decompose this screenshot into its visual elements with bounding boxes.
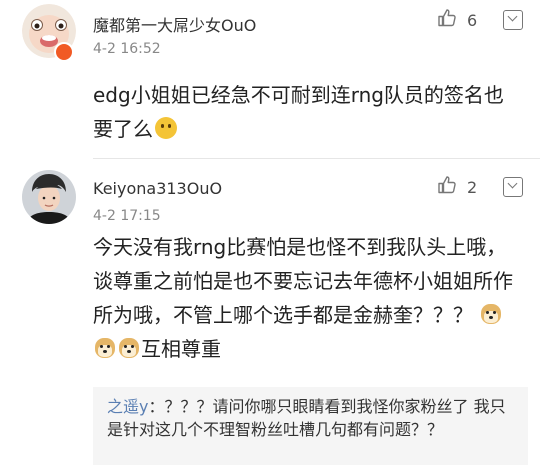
thumbs-up-icon: [437, 175, 457, 199]
emoji-hug-icon: [155, 117, 177, 139]
divider: [93, 158, 540, 159]
reply-text: ：？？？请问你哪只眼睛看到我怪你家粉丝了 我只是针对这几个不理智粉丝吐槽几句都有…: [107, 397, 506, 439]
comment-timestamp: 4-2 17:15: [93, 208, 161, 224]
avatar[interactable]: [22, 170, 76, 224]
more-options-button[interactable]: [503, 177, 523, 197]
reply-author[interactable]: 之遥y: [107, 397, 148, 416]
doge-emoji-icon: [93, 336, 117, 360]
comment-text-suffix: 互相尊重: [141, 337, 221, 361]
more-options-button[interactable]: [503, 10, 523, 30]
comment-list: 魔都第一大屌少女OuO 4-2 16:52 6 edg小姐姐已经急不可耐到连rn…: [0, 0, 540, 470]
like-button[interactable]: 6: [437, 8, 477, 32]
doge-emoji-icon: [479, 302, 503, 326]
comment-text: 今天没有我rng比赛怕是也怪不到我队头上哦，谈尊重之前怕是也不要忘记去年德杯小姐…: [93, 230, 513, 366]
comment-username[interactable]: 魔都第一大屌少女OuO: [93, 12, 256, 36]
like-button[interactable]: 2: [437, 175, 477, 199]
comment-username[interactable]: Keiyona313OuO: [93, 179, 222, 198]
like-count: 6: [467, 10, 478, 30]
like-count: 2: [467, 177, 478, 197]
thumbs-up-icon: [437, 8, 457, 32]
comment-timestamp: 4-2 16:52: [93, 41, 161, 57]
reply-box[interactable]: 之遥y：？？？请问你哪只眼睛看到我怪你家粉丝了 我只是针对这几个不理智粉丝吐槽几…: [93, 387, 528, 465]
verified-badge-icon: [54, 42, 74, 62]
comment-item: Keiyona313OuO 4-2 17:15 2 今天没有我rng比赛怕是也怪…: [0, 160, 540, 470]
comment-text-content: 今天没有我rng比赛怕是也怪不到我队头上哦，谈尊重之前怕是也不要忘记去年德杯小姐…: [93, 235, 513, 327]
comment-item: 魔都第一大屌少女OuO 4-2 16:52 6 edg小姐姐已经急不可耐到连rn…: [0, 0, 540, 160]
doge-emoji-icon: [117, 336, 141, 360]
comment-text: edg小姐姐已经急不可耐到连rng队员的签名也要了么: [93, 78, 513, 146]
comment-text-content: edg小姐姐已经急不可耐到连rng队员的签名也要了么: [93, 83, 504, 141]
